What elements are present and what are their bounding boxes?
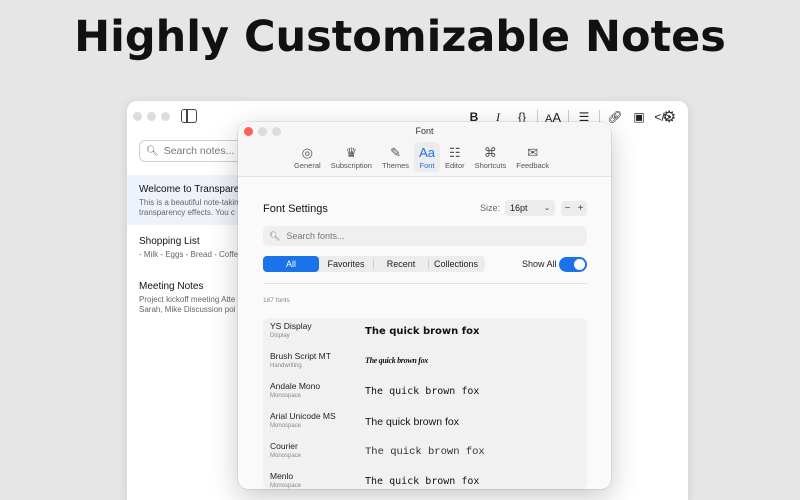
note-title: Meeting Notes xyxy=(139,281,204,292)
increase-size-button[interactable]: + xyxy=(574,201,587,216)
settings-toolbar: Font ◎ General ♛ Subscription ✎ Themes A… xyxy=(238,122,611,177)
decrease-size-button[interactable]: − xyxy=(561,201,574,216)
document-icon: ☷ xyxy=(448,145,461,160)
note-item-meeting[interactable]: Meeting Notes Project kickoff meeting At… xyxy=(127,281,239,321)
font-settings-title: Font Settings xyxy=(263,203,328,215)
font-sample: The quick brown fox xyxy=(365,416,459,428)
font-name: Menlo xyxy=(270,471,294,481)
size-select[interactable]: 16pt ⌄ xyxy=(505,200,555,216)
font-name: Courier xyxy=(270,441,298,451)
headline: Highly Customizable Notes xyxy=(74,12,726,62)
minimize-button[interactable] xyxy=(147,112,156,121)
font-row[interactable]: Andale Mono Monospace The quick brown fo… xyxy=(263,378,587,408)
filter-collections[interactable]: Collections xyxy=(429,256,483,272)
tab-font[interactable]: Aa Font xyxy=(414,142,440,172)
size-stepper: − + xyxy=(561,201,587,216)
speech-bubble-icon: ✉ xyxy=(527,145,539,160)
note-item-shopping[interactable]: Shopping List - Milk - Eggs - Bread - Co… xyxy=(127,236,239,266)
filter-all[interactable]: All xyxy=(263,256,319,272)
tab-editor[interactable]: ☷ Editor xyxy=(440,142,470,172)
note-preview: This is a beautiful note-takin xyxy=(139,198,239,207)
font-name: YS Display xyxy=(270,321,312,331)
show-all-label: Show All xyxy=(522,259,557,269)
font-count: 187 fonts xyxy=(263,297,290,304)
filter-recent[interactable]: Recent xyxy=(374,256,428,272)
search-icon: 🔍︎ xyxy=(146,145,159,157)
crown-icon: ♛ xyxy=(345,145,358,160)
search-notes-input[interactable]: 🔍︎ Search notes... xyxy=(139,140,244,162)
font-icon: Aa xyxy=(419,145,435,160)
font-name: Brush Script MT xyxy=(270,351,331,361)
tab-subscription[interactable]: ♛ Subscription xyxy=(326,142,377,172)
font-row[interactable]: Brush Script MT Handwriting The quick br… xyxy=(263,348,587,378)
settings-tabs: ◎ General ♛ Subscription ✎ Themes Aa Fon… xyxy=(289,142,554,172)
font-category: Monospace xyxy=(270,423,302,429)
note-preview: - Milk - Eggs - Bread - Coffe xyxy=(139,250,238,259)
size-label: Size: xyxy=(480,203,501,213)
note-title: Shopping List xyxy=(139,236,200,247)
tab-themes[interactable]: ✎ Themes xyxy=(377,142,414,172)
note-preview: Sarah, Mike Discussion poi xyxy=(139,305,236,314)
tab-feedback[interactable]: ✉ Feedback xyxy=(511,142,554,172)
font-row[interactable]: Courier Monospace The quick brown fox xyxy=(263,438,587,468)
font-row[interactable]: Menlo Monospace The quick brown fox xyxy=(263,468,587,489)
zoom-button[interactable] xyxy=(161,112,170,121)
font-settings-window: Font ◎ General ♛ Subscription ✎ Themes A… xyxy=(238,122,611,489)
note-preview: Project kickoff meeting Atte xyxy=(139,295,236,304)
font-row[interactable]: YS Display Display The quick brown fox xyxy=(263,318,587,348)
font-category: Handwriting xyxy=(270,363,302,369)
brush-icon: ✎ xyxy=(390,145,401,160)
font-category: Monospace xyxy=(270,483,302,489)
command-icon: ⌘ xyxy=(483,145,497,160)
font-filter-segmented-control: All Favorites Recent Collections xyxy=(263,256,485,272)
font-name: Arial Unicode MS xyxy=(270,411,336,421)
font-sample: The quick brown fox xyxy=(365,356,428,365)
sidebar-toggle-icon[interactable] xyxy=(181,109,197,123)
note-item-welcome[interactable]: Welcome to Transparen This is a beautifu… xyxy=(127,175,239,225)
font-list: YS Display Display The quick brown fox B… xyxy=(263,318,587,489)
note-preview: transparency effects. You c xyxy=(139,208,235,217)
gauge-icon: ◎ xyxy=(301,145,314,160)
font-sample: The quick brown fox xyxy=(365,476,480,487)
font-category: Display xyxy=(270,333,290,339)
close-button[interactable] xyxy=(133,112,142,121)
font-category: Monospace xyxy=(270,393,302,399)
tab-shortcuts[interactable]: ⌘ Shortcuts xyxy=(470,142,512,172)
search-icon: 🔍︎ xyxy=(269,230,281,241)
font-name: Andale Mono xyxy=(270,381,321,391)
font-sample: The quick brown fox xyxy=(365,326,480,337)
divider xyxy=(263,283,587,284)
image-icon[interactable]: ▣ xyxy=(627,110,651,124)
filter-favorites[interactable]: Favorites xyxy=(319,256,373,272)
font-category: Monospace xyxy=(270,453,302,459)
chevron-down-icon: ⌄ xyxy=(544,205,550,212)
tab-general[interactable]: ◎ General xyxy=(289,142,326,172)
window-title: Font xyxy=(415,126,434,136)
font-sample: The quick brown fox xyxy=(365,386,480,397)
font-row[interactable]: Arial Unicode MS Monospace The quick bro… xyxy=(263,408,587,438)
search-fonts-input[interactable]: 🔍︎ Search fonts... xyxy=(263,226,587,246)
note-title: Welcome to Transparen xyxy=(139,184,239,195)
gear-icon[interactable]: ⚙ xyxy=(662,107,676,127)
font-sample: The quick brown fox xyxy=(365,446,485,458)
show-all-toggle[interactable] xyxy=(559,257,587,272)
